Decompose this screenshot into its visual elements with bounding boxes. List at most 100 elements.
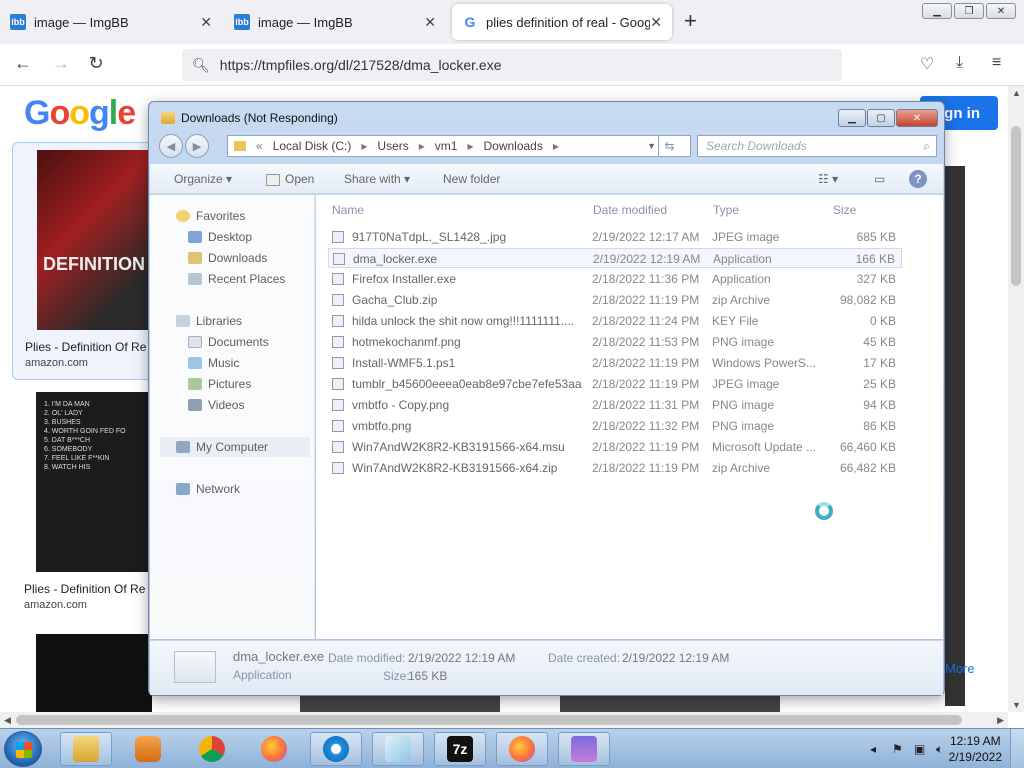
taskbar-firefox-2[interactable] [496,732,548,766]
image-result[interactable] [12,634,152,712]
taskbar-explorer[interactable] [60,732,112,766]
taskbar-ie[interactable] [310,732,362,766]
file-icon [332,441,344,453]
file-row[interactable]: Firefox Installer.exe 2/18/2022 11:36 PM A… [328,269,902,289]
close-tab-icon[interactable]: ✕ [650,14,662,31]
google-logo[interactable]: Google [24,94,136,133]
scroll-up-icon[interactable]: ▲ [1012,88,1021,98]
nav-desktop[interactable]: Desktop [188,230,252,244]
back-arrow-icon[interactable]: ◀ [159,134,183,158]
close-icon[interactable]: ✕ [896,109,938,127]
pocket-icon[interactable]: ♡ [920,54,934,74]
organize-button[interactable]: Organize ▾ [174,172,232,186]
restore-icon[interactable]: ❐ [954,3,984,19]
nav-favorites[interactable]: Favorites [176,209,245,223]
scroll-left-icon[interactable]: ◀ [4,715,11,726]
taskbar-media-player[interactable] [122,732,174,766]
nav-computer[interactable]: My Computer [160,437,310,457]
file-row[interactable]: 917T0NaTdpL._SL1428_.jpg 2/19/2022 12:17 … [328,227,902,247]
preview-pane-icon[interactable]: ▭ [874,172,885,186]
tab-imgbb-1[interactable]: ibb image — ImgBB ✕ [0,4,222,40]
share-with-button[interactable]: Share with ▾ [344,172,410,186]
file-row[interactable]: Gacha_Club.zip 2/18/2022 11:19 PM zip Arch… [328,290,902,310]
chevron-right-icon[interactable]: ▸ [361,139,367,153]
breadcrumb-item[interactable]: Users [377,139,408,153]
file-row[interactable]: vmbtfo - Copy.png 2/18/2022 11:31 PM PNG i… [328,395,902,415]
more-link[interactable]: More [945,661,975,676]
scroll-right-icon[interactable]: ▶ [997,715,1004,726]
file-row[interactable]: Install-WMF5.1.ps1 2/18/2022 11:19 PM Wind… [328,353,902,373]
taskbar-chrome[interactable] [186,732,238,766]
chevron-right-icon[interactable]: ▸ [467,139,473,153]
file-date: 2/18/2022 11:24 PM [592,314,700,328]
scroll-down-icon[interactable]: ▼ [1012,700,1021,710]
downloads-icon[interactable]: ⤓ [956,54,963,72]
explorer-window[interactable]: Downloads (Not Responding) ▁ ▢ ✕ ◀ ▶ « L… [148,101,945,696]
minimize-icon[interactable]: ▁ [838,109,866,127]
refresh-icon[interactable]: ⇆ [658,135,680,157]
breadcrumb-item[interactable]: vm1 [435,139,458,153]
tray-expand-icon[interactable]: ◂ [870,742,884,756]
reload-icon[interactable]: ↻ [85,53,107,74]
breadcrumb-item[interactable]: Local Disk (C:) [273,139,352,153]
minimize-icon[interactable]: ▁ [922,3,952,19]
horizontal-scrollbar[interactable]: ◀ ▶ [0,712,1008,728]
nav-libraries[interactable]: Libraries [176,314,242,328]
view-options-icon[interactable]: ☷ ▾ [818,172,838,186]
breadcrumb-item[interactable]: Downloads [483,139,542,153]
search-input[interactable]: Search Downloads ⌕ [697,135,937,157]
close-icon[interactable]: ✕ [986,3,1016,19]
image-result[interactable]: DEFINITION Plies - Definition Of Re amaz… [12,142,152,380]
network-icon[interactable]: ▣ [914,742,928,756]
file-row[interactable]: hilda unlock the shit now omg!!!1111111.… [328,311,902,331]
back-arrow-icon[interactable]: ← [12,53,34,74]
file-row[interactable]: Win7AndW2K8R2-KB3191566-x64.msu 2/18/2022… [328,437,902,457]
taskbar-firefox[interactable] [248,732,300,766]
column-header-name[interactable]: Name [332,203,364,217]
tab-imgbb-2[interactable]: ibb image — ImgBB ✕ [224,4,446,40]
image-result[interactable]: 1. I'M DA MAN 2. OL' LADY 3. BUSHES 4. WORT… [12,392,152,611]
url-bar[interactable]: 🔍︎ https://tmpfiles.org/dl/217528/dma_lo… [182,49,842,81]
file-row[interactable]: tumblr_b45600eeea0eab8e97cbe7efe53aa... 2… [328,374,902,394]
scroll-thumb[interactable] [16,715,962,725]
nav-downloads[interactable]: Downloads [188,251,267,265]
scroll-thumb[interactable] [1011,126,1021,286]
column-header-date[interactable]: Date modified [593,203,667,217]
file-row[interactable]: vmbtfo.png 2/18/2022 11:32 PM PNG image 86 … [328,416,902,436]
show-desktop-button[interactable] [1010,729,1024,768]
tab-google[interactable]: G plies definition of real - Google ✕ [452,4,672,40]
nav-videos[interactable]: Videos [188,398,244,412]
new-tab-button[interactable]: + [684,10,697,32]
taskbar-notepad[interactable] [372,732,424,766]
start-button[interactable] [4,731,42,767]
forward-arrow-icon[interactable]: ▶ [185,134,209,158]
file-row[interactable]: hotmekochanmf.png 2/18/2022 11:53 PM PNG i… [328,332,902,352]
nav-documents[interactable]: Documents [188,335,269,349]
open-button[interactable]: Open [266,172,314,186]
column-header-size[interactable]: Size [833,203,856,217]
chevron-right-icon[interactable]: ▸ [419,139,425,153]
close-tab-icon[interactable]: ✕ [200,14,212,31]
help-icon[interactable]: ? [909,170,927,188]
nav-pictures[interactable]: Pictures [188,377,251,391]
menu-icon[interactable]: ≡ [992,54,1001,72]
maximize-icon[interactable]: ▢ [867,109,895,127]
action-center-flag-icon[interactable]: ⚑ [892,742,906,756]
new-folder-button[interactable]: New folder [443,172,500,186]
chevron-down-icon[interactable]: ▼ [647,141,656,151]
vertical-scrollbar[interactable]: ▲ ▼ [1008,86,1024,712]
nav-music[interactable]: Music [188,356,239,370]
forward-arrow-icon[interactable]: → [50,53,72,74]
breadcrumb-overflow[interactable]: « [256,139,263,153]
address-bar[interactable]: « Local Disk (C:) ▸ Users ▸ vm1 ▸ Downlo… [227,135,691,157]
nav-network[interactable]: Network [176,482,240,496]
nav-recent[interactable]: Recent Places [188,272,285,286]
taskbar-7zip[interactable]: 7z [434,732,486,766]
taskbar-image-viewer[interactable] [558,732,610,766]
chevron-right-icon[interactable]: ▸ [553,139,559,153]
close-tab-icon[interactable]: ✕ [424,14,436,31]
file-row[interactable]: dma_locker.exe 2/19/2022 12:19 AM Applicat… [328,248,902,268]
file-row[interactable]: Win7AndW2K8R2-KB3191566-x64.zip 2/18/2022… [328,458,902,478]
clock[interactable]: 12:19 AM 2/19/2022 [949,733,1002,765]
column-header-type[interactable]: Type [713,203,739,217]
